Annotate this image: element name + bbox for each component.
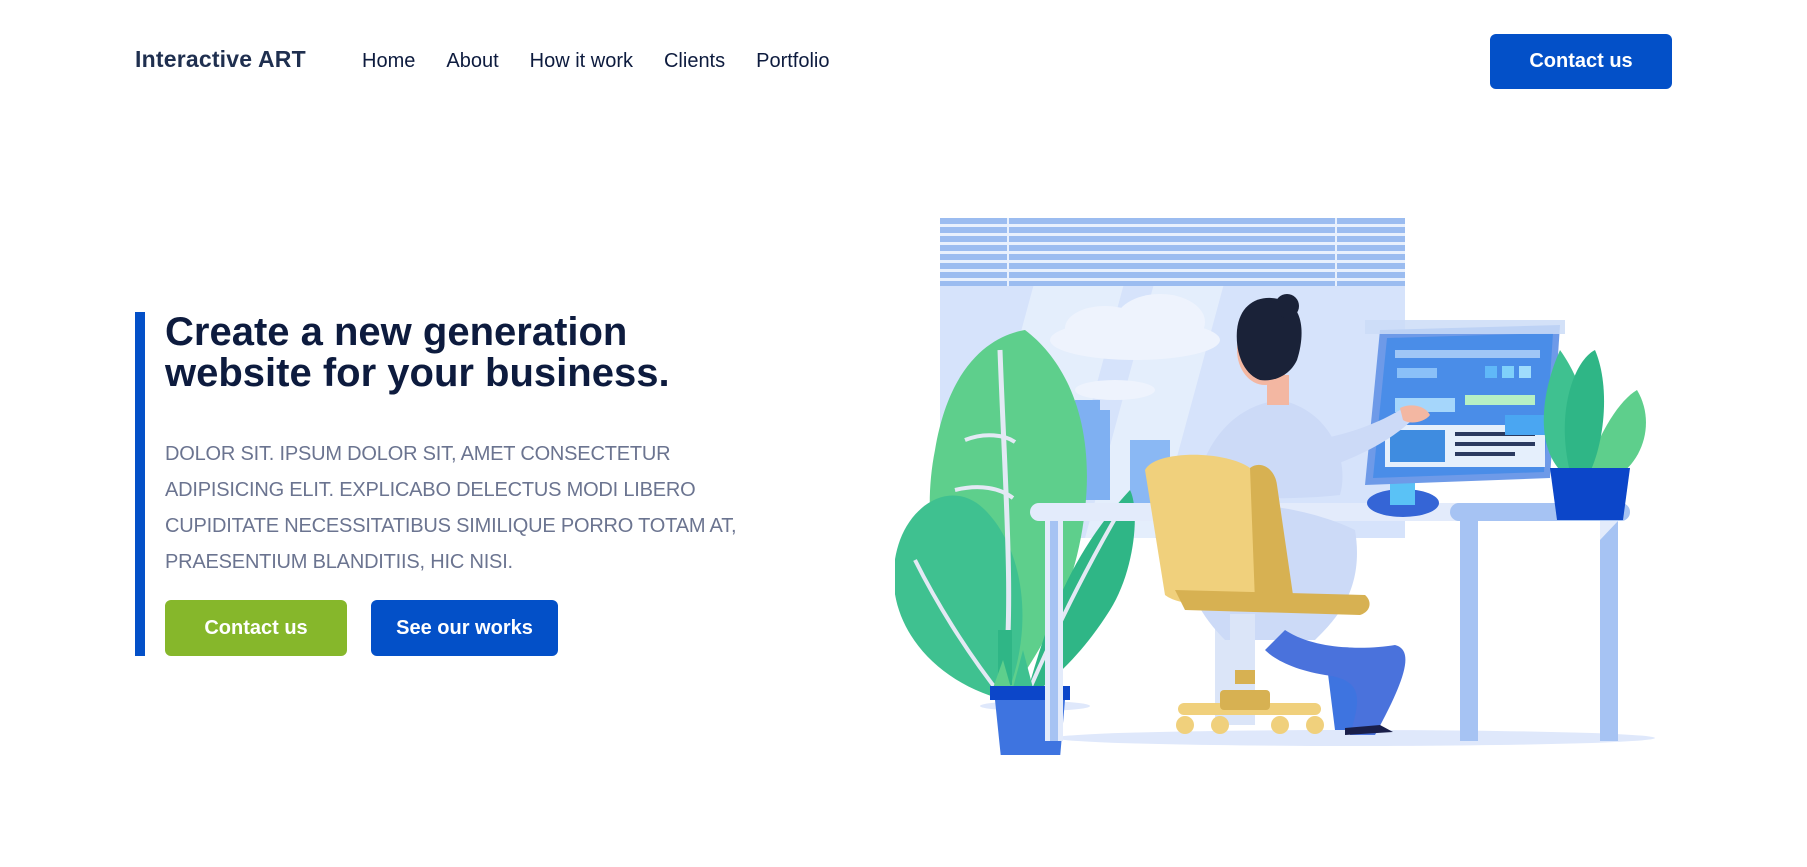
- hero-title-line2: website for your business.: [165, 351, 670, 395]
- nav-item-clients[interactable]: Clients: [664, 50, 725, 73]
- logo[interactable]: Interactive ART: [135, 46, 306, 73]
- navbar: Interactive ART Home About How it work C…: [0, 0, 1807, 125]
- nav-item-portfolio[interactable]: Portfolio: [756, 50, 829, 73]
- hero-description: DOLOR SIT. IPSUM DOLOR SIT, AMET CONSECT…: [165, 443, 737, 573]
- see-our-works-button[interactable]: See our works: [371, 600, 558, 656]
- office-illustration: [895, 218, 1655, 755]
- hero-contact-button[interactable]: Contact us: [165, 600, 347, 656]
- hero-section: Create a new generation website for your…: [135, 312, 755, 656]
- nav-item-about[interactable]: About: [446, 50, 498, 73]
- hero-title-line1: Create a new generation: [165, 310, 628, 354]
- hero-title: Create a new generation website for your…: [165, 312, 745, 394]
- header-contact-button[interactable]: Contact us: [1490, 34, 1672, 89]
- nav-item-home[interactable]: Home: [362, 50, 415, 73]
- main-nav: Home About How it work Clients Portfolio: [362, 50, 830, 73]
- hero-accent-bar: [135, 312, 145, 656]
- hero-buttons: Contact us See our works: [165, 600, 558, 656]
- nav-item-how-it-work[interactable]: How it work: [530, 50, 633, 73]
- potted-plant-icon: [1543, 350, 1646, 520]
